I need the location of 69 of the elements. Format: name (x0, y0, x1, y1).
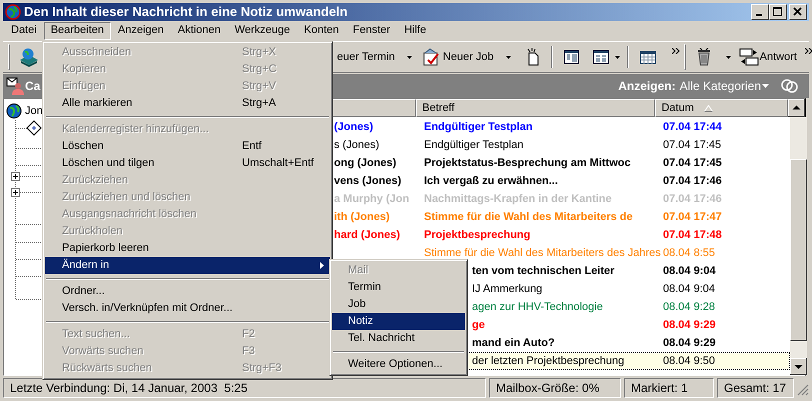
table-cell: agen zur HHV-Technologie (472, 300, 603, 313)
menu-item[interactable]: Alle markieren Strg+A (45, 95, 330, 112)
table-cell: 08.04 9:04 (663, 264, 716, 277)
menu-bar-item[interactable]: Datei (4, 22, 44, 40)
status-text: Gesamt: 17 (724, 380, 786, 396)
filter-label: Anzeigen: (618, 78, 676, 95)
table-cell: Ich vergaß zu erwähnen... (424, 174, 558, 187)
menu-bar-item[interactable]: Werkzeuge (228, 22, 298, 40)
table-cell: ith (Jones) (334, 210, 390, 223)
menu-bar-item[interactable]: Anzeigen (110, 22, 171, 40)
menu-item[interactable]: Weitere Optionen... (332, 356, 465, 373)
table-cell: vens (Jones) (334, 174, 402, 187)
table-cell: 07.04 17:46 (663, 174, 722, 187)
status-text: Mailbox-Größe: 0% (496, 380, 600, 396)
menu-bar-item[interactable]: Fenster (346, 22, 398, 40)
table-cell: der letzten Projektbesprechung (472, 354, 624, 367)
tree-item[interactable]: Jon (25, 102, 43, 120)
table-cell: hard (Jones) (334, 228, 400, 241)
menu-bar-item[interactable]: Aktionen (170, 22, 228, 40)
table-cell: s (Jones) (334, 138, 380, 151)
menu-item[interactable]: Löschen und tilgen Umschalt+Entf (45, 155, 330, 172)
menu-bar-item[interactable]: Bearbeiten (44, 22, 111, 40)
menu-item[interactable]: Tel. Nachricht (332, 330, 465, 347)
table-cell: a Murphy (Jon (334, 192, 410, 205)
table-cell: Projektstatus-Besprechung am Mittwoc (424, 156, 631, 169)
table-cell: 07.04 17:45 (663, 138, 722, 151)
menu-item[interactable]: Job (332, 296, 465, 313)
table-cell: Nachmittags-Krapfen in der Kantine (424, 192, 612, 205)
menu-item[interactable]: Termin (332, 279, 465, 296)
status-text: Letzte Verbindung: Di, 14 Januar, 2003 5:25 (10, 380, 248, 396)
table-cell: Projektbesprechung (424, 228, 530, 241)
folder-title: Ca (25, 78, 40, 95)
table-cell: 08.04 8:55 (663, 246, 715, 259)
column-header[interactable]: Betreff (416, 99, 656, 117)
table-cell: Stimme für die Wahl des Mitarbeiters des Jahres (424, 246, 661, 259)
table-cell: 07.04 17:47 (663, 210, 722, 223)
window-title: Den Inhalt dieser Nachricht in eine Notiz umwandeln (24, 3, 348, 22)
table-cell: 07.04 17:45 (663, 156, 722, 169)
table-cell: mand ein Auto? (472, 336, 555, 349)
menu-item[interactable]: Versch. in/Verknüpfen mit Ordner... (45, 300, 330, 317)
table-cell: ge (472, 318, 485, 331)
table-cell: 08.04 9:28 (663, 300, 715, 313)
menu-item[interactable]: Papierkorb leeren (45, 240, 330, 257)
menu-item[interactable]: Löschen Entf (45, 138, 330, 155)
table-cell: ong (Jones) (334, 156, 396, 169)
table-cell: 08.04 9:50 (663, 354, 715, 367)
menu-item[interactable]: Notiz (332, 313, 465, 330)
table-cell: Endgültiger Testplan (424, 120, 533, 133)
table-cell: 07.04 17:46 (663, 192, 722, 205)
menu-item[interactable]: Ordner... (45, 283, 330, 300)
table-cell: 07.04 17:44 (663, 120, 722, 133)
menu-bar-item[interactable]: Hilfe (397, 22, 434, 40)
table-cell: ten vom technischen Leiter (472, 264, 614, 277)
table-cell: 07.04 17:48 (663, 228, 722, 241)
table-cell: Endgültiger Testplan (424, 138, 524, 151)
table-cell: 08.04 9:04 (663, 282, 715, 295)
status-text: Markiert: 1 (631, 380, 688, 396)
menu-bar-item[interactable]: Konten (297, 22, 346, 40)
new-task-button[interactable]: Neuer Job (442, 48, 494, 66)
column-header[interactable]: Datum (655, 99, 788, 117)
table-cell: 08.04 9:29 (663, 318, 716, 331)
category-dropdown[interactable]: Alle Kategorien (680, 77, 769, 95)
table-cell: (Jones) (334, 120, 374, 133)
table-cell: 08.04 9:29 (663, 336, 716, 349)
new-appointment-button[interactable]: euer Termin (337, 48, 395, 66)
menu-item[interactable]: Ändern in (45, 257, 330, 274)
table-cell: IJ Ammerkung (472, 282, 542, 295)
reply-button[interactable]: Antwort (760, 48, 797, 66)
table-cell: Stimme für die Wahl des Mitarbeiters de (424, 210, 633, 223)
